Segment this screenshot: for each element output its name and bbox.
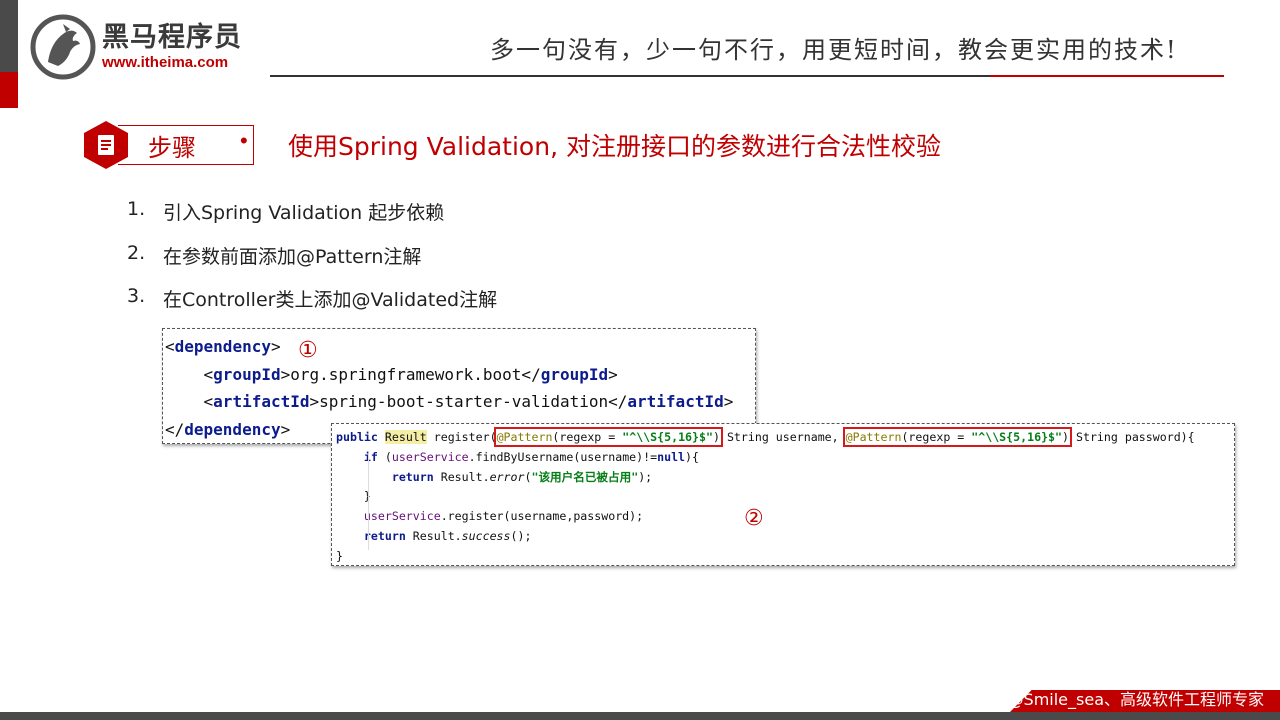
header-slogan: 多一句没有，少一句不行，用更短时间，教会更实用的技术! [490, 36, 1178, 64]
list-item: 2. 在参数前面添加@Pattern注解 [127, 242, 497, 286]
horse-logo-icon [30, 14, 96, 80]
footer-bar [0, 712, 1280, 720]
indent-guide [368, 454, 369, 550]
list-item: 3. 在Controller类上添加@Validated注解 [127, 285, 497, 329]
brand-logo: 黑马程序员 www.itheima.com [30, 14, 242, 80]
method-code-block: public Result register(@Pattern(regexp =… [331, 423, 1235, 566]
left-accent-red [0, 72, 18, 108]
steps-list: 1. 引入Spring Validation 起步依赖 2. 在参数前面添加@Pat… [127, 198, 497, 329]
step-text: 引入Spring Validation 起步依赖 [163, 202, 445, 224]
step-text: 在Controller类上添加@Validated注解 [163, 289, 498, 311]
code-line: <artifactId>spring-boot-starter-validati… [203, 392, 734, 411]
marker-one: ① [298, 338, 318, 363]
title-bullet: • [240, 128, 248, 153]
header-divider-accent [990, 75, 1224, 77]
left-accent-gray [0, 0, 18, 72]
code-line: } [336, 548, 343, 563]
step-label: 步骤 [148, 133, 196, 162]
brand-name: 黑马程序员 [102, 22, 242, 53]
pattern-annotation-username: @Pattern(regexp = "^\\S{5,16}$") [493, 427, 723, 447]
step-number: 3. [127, 285, 146, 307]
footer-watermark: CSDN @Smile_sea、高级软件工程师专家 [956, 690, 1264, 709]
code-line: return Result.success(); [363, 528, 532, 543]
pattern-annotation-password: @Pattern(regexp = "^\\S{5,16}$") [842, 427, 1073, 447]
code-line: public Result register(@Pattern(regexp =… [336, 427, 1195, 447]
result-type-highlight: Result [384, 430, 427, 444]
marker-two: ② [744, 506, 764, 531]
step-label-box: 步骤 [118, 125, 254, 165]
step-number: 1. [127, 198, 146, 220]
code-line: <groupId>org.springframework.boot</group… [203, 364, 618, 384]
brand-url: www.itheima.com [102, 54, 229, 71]
step-badge: 步骤 [84, 121, 254, 169]
step-number: 2. [127, 241, 146, 264]
code-line: <dependency> [165, 337, 281, 356]
section-title: 使用Spring Validation, 对注册接口的参数进行合法性校验 [288, 132, 941, 161]
code-line: if (userService.findByUsername(username)… [363, 449, 699, 464]
code-line: } [332, 487, 1234, 507]
code-line: return Result.error("该用户名已被占用"); [391, 469, 653, 484]
code-line: userService.register(username,password); [363, 509, 644, 524]
step-text: 在参数前面添加@Pattern注解 [163, 245, 422, 268]
list-item: 1. 引入Spring Validation 起步依赖 [127, 198, 497, 242]
